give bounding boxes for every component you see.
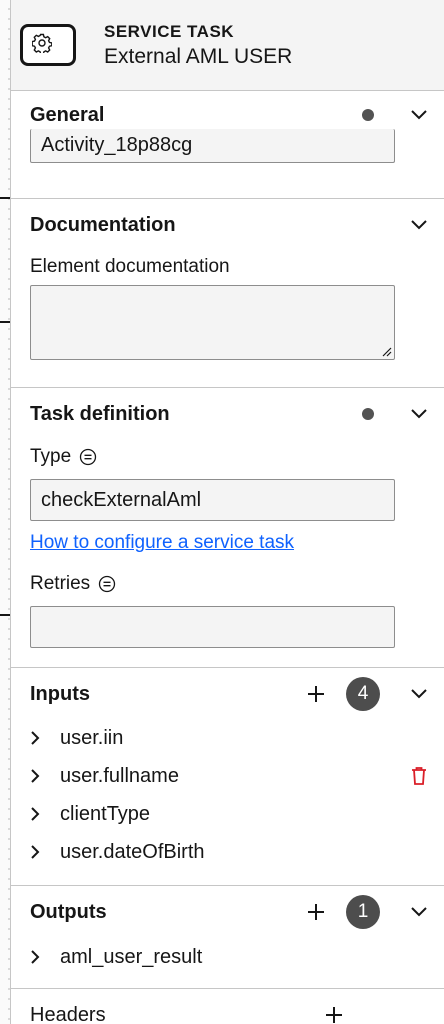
retries-input[interactable] [30, 606, 395, 648]
group-documentation-header[interactable]: Documentation [11, 201, 444, 249]
group-task-definition-header[interactable]: Task definition [11, 390, 444, 438]
resize-grip-icon[interactable] [380, 345, 392, 357]
help-link[interactable]: How to configure a service task [11, 532, 444, 554]
chevron-right-icon[interactable] [30, 844, 48, 860]
list-item[interactable]: user.dateOfBirth [11, 833, 444, 871]
chevron-down-icon[interactable] [410, 405, 428, 423]
list-item[interactable]: clientType [11, 795, 444, 833]
group-headers: Headers [11, 991, 444, 1024]
list-item[interactable]: user.fullname [11, 757, 444, 795]
list-item-label: user.iin [60, 726, 124, 749]
chevron-down-icon[interactable] [410, 685, 428, 703]
trash-icon[interactable] [411, 766, 427, 786]
gear-icon [32, 33, 52, 53]
group-title: General [30, 103, 105, 126]
chevron-right-icon[interactable] [30, 730, 48, 746]
properties-panel: SERVICE TASK External AML USER General A… [11, 0, 444, 1024]
chevron-down-icon[interactable] [410, 106, 428, 124]
group-inputs: Inputs 4 user.iin user.fullname clientTy… [11, 670, 444, 886]
add-output-button[interactable] [306, 902, 326, 922]
list-item[interactable]: user.iin [11, 719, 444, 757]
service-task-icon [20, 24, 76, 66]
retries-label-text: Retries [30, 573, 91, 594]
connection-line [0, 197, 10, 199]
element-name: External AML USER [104, 44, 293, 68]
data-indicator-dot [362, 408, 374, 420]
chevron-right-icon[interactable] [30, 949, 48, 965]
connection-line [0, 614, 10, 616]
chevron-right-icon[interactable] [30, 768, 48, 784]
retries-label: Retries [11, 572, 444, 596]
chevron-down-icon[interactable] [410, 903, 428, 921]
group-general: General Activity_18p88cg [11, 91, 444, 199]
group-headers-header[interactable]: Headers [11, 991, 444, 1024]
connection-line [0, 321, 10, 323]
list-item-label: user.fullname [60, 764, 179, 787]
chevron-down-icon[interactable] [410, 216, 428, 234]
documentation-label-text: Element documentation [30, 256, 230, 277]
id-input[interactable]: Activity_18p88cg [30, 129, 395, 163]
task-type-input[interactable]: checkExternalAml [30, 479, 395, 521]
group-title: Task definition [30, 402, 170, 425]
type-label: Type [11, 445, 444, 469]
group-outputs-header[interactable]: Outputs 1 [11, 888, 444, 936]
inputs-count-badge: 4 [346, 677, 380, 711]
group-title: Headers [30, 1003, 106, 1024]
list-item-label: clientType [60, 802, 151, 825]
diagram-canvas-edge [0, 0, 11, 1024]
group-task-definition: Task definition Type checkExternalAml Ho… [11, 390, 444, 668]
add-input-button[interactable] [306, 684, 326, 704]
group-title: Outputs [30, 900, 107, 923]
feel-expression-icon[interactable] [98, 575, 116, 593]
group-title: Inputs [30, 682, 90, 705]
data-indicator-dot [362, 109, 374, 121]
group-title: Documentation [30, 213, 176, 236]
type-label-text: Type [30, 446, 72, 467]
add-header-button[interactable] [324, 1005, 344, 1024]
group-inputs-header[interactable]: Inputs 4 [11, 670, 444, 718]
element-type-label: SERVICE TASK [104, 21, 235, 41]
list-item-label: aml_user_result [60, 945, 203, 968]
list-item-label: user.dateOfBirth [60, 840, 205, 863]
chevron-right-icon[interactable] [30, 806, 48, 822]
documentation-label: Element documentation [11, 255, 444, 279]
panel-header: SERVICE TASK External AML USER [11, 0, 444, 91]
group-documentation: Documentation Element documentation [11, 201, 444, 388]
list-item[interactable]: aml_user_result [11, 938, 444, 976]
group-outputs: Outputs 1 aml_user_result [11, 888, 444, 989]
feel-expression-icon[interactable] [79, 448, 97, 466]
documentation-textarea[interactable] [30, 285, 395, 360]
outputs-count-badge: 1 [346, 895, 380, 929]
